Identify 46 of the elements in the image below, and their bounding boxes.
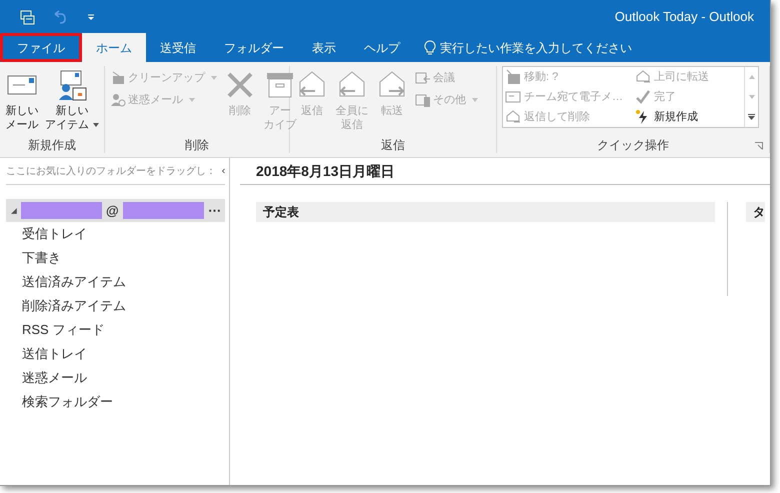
calendar-arrow-icon [415, 70, 431, 86]
folder-item[interactable]: 送信済みアイテム [6, 270, 225, 294]
lightbulb-icon [424, 40, 436, 56]
send-receive-icon[interactable] [18, 8, 36, 26]
ribbon-tab[interactable]: ヘルプ [350, 33, 414, 62]
ribbon-button[interactable]: 新しい アイテム [43, 66, 101, 132]
favorites-hint: ここにお気に入りのフォルダーをドラッグし： [6, 164, 216, 178]
ribbon-tab[interactable]: 表示 [298, 33, 350, 62]
envelope-arrow-icon [505, 109, 521, 125]
folder-item[interactable]: 下書き [6, 246, 225, 270]
more-icon[interactable]: ⋯ [208, 200, 221, 220]
quick-step[interactable]: 新規作成 [635, 107, 742, 127]
column-header: 予定表 [256, 202, 715, 222]
expand-arrow-icon[interactable] [11, 208, 17, 214]
ribbon-tab[interactable]: ファイル [0, 33, 82, 62]
more-options-icon[interactable] [748, 114, 755, 120]
checkmark-icon [635, 89, 651, 105]
column-header: タ [746, 202, 765, 222]
envelope-icon [505, 89, 521, 105]
group-label: 返信 [381, 137, 405, 154]
window-title: Outlook Today - Outlook [614, 8, 754, 26]
caret-icon [211, 76, 217, 80]
folder-item[interactable]: 削除済みアイテム [6, 294, 225, 318]
folder-item[interactable]: RSS フィード [6, 318, 225, 342]
folder-item[interactable]: 送信トレイ [6, 342, 225, 366]
folder-item[interactable]: 迷惑メール [6, 366, 225, 390]
ribbon-tab[interactable]: ホーム [82, 33, 146, 62]
caret-icon [189, 98, 195, 102]
group-label: クイック操作 [597, 137, 669, 154]
envelope-arrow-icon [635, 69, 651, 85]
tell-me-field[interactable]: 実行したい作業を入力してください [414, 33, 632, 62]
caret-icon [93, 123, 99, 128]
person-block-icon [110, 92, 126, 108]
collapse-icon[interactable] [222, 167, 225, 175]
account-row[interactable]: @ ⋯ [6, 199, 225, 222]
launcher-icon[interactable] [755, 142, 763, 150]
caret-icon [472, 98, 478, 102]
group-label: 新規作成 [28, 137, 76, 154]
account-at: @ [106, 202, 119, 220]
ribbon-tab[interactable]: 送受信 [146, 33, 210, 62]
date-heading: 2018年8月13日月曜日 [256, 162, 395, 180]
folder-item[interactable]: 受信トレイ [6, 222, 225, 246]
ribbon-button[interactable]: 新しい メール [3, 66, 41, 132]
ribbon-tab[interactable]: フォルダー [210, 33, 298, 62]
group-label: 削除 [185, 137, 209, 154]
folder-item[interactable]: 検索フォルダー [6, 390, 225, 414]
